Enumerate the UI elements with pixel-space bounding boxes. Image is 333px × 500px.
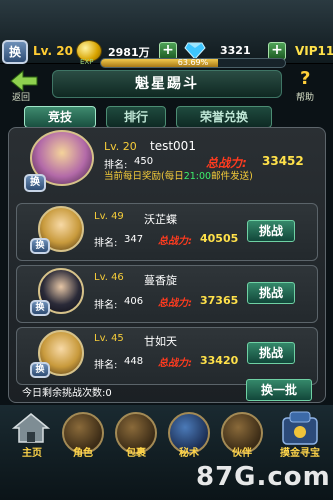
nav-bag[interactable]: 包裹: [108, 444, 164, 459]
opponent-power-label: 总战力:: [158, 358, 192, 369]
reward-note-a: 当前每日奖励(每日: [104, 171, 184, 182]
opponent-name: 甘如天: [144, 335, 177, 348]
tab-arena[interactable]: 竞技: [24, 106, 96, 128]
tab-ranking[interactable]: 排行: [106, 106, 166, 128]
challenge-button[interactable]: 挑战: [247, 282, 295, 304]
challenge-button[interactable]: 挑战: [247, 342, 295, 364]
site-watermark: 87G.com: [196, 462, 331, 492]
remaining-challenges: 今日剩余挑战次数:0: [22, 384, 112, 399]
reward-time: 21:00: [183, 171, 212, 182]
home-icon[interactable]: [12, 412, 50, 444]
page-title: 魁星踢斗: [52, 70, 282, 98]
diamond-amount: 3321: [220, 44, 251, 57]
help-icon[interactable]: ?: [300, 68, 310, 89]
vip-level: VIP11: [295, 44, 333, 58]
opponent-rank-label: 排名:: [94, 300, 118, 311]
challenge-button[interactable]: 挑战: [247, 220, 295, 242]
opponent-rank: 347: [124, 234, 144, 245]
title-bar: 返回 魁星踢斗 ? 帮助: [0, 68, 333, 103]
tab-honor-exchange[interactable]: 荣誉兑换: [176, 106, 272, 128]
opponent-rank: 448: [124, 356, 144, 367]
refresh-opponents-button[interactable]: 换一批: [246, 379, 312, 401]
my-name: test001: [150, 139, 196, 153]
player-level: Lv. 20: [33, 44, 73, 58]
opponent-rank: 406: [124, 296, 144, 307]
opponent-swap-button[interactable]: 换: [30, 300, 50, 316]
opponent-name: 蔓香旋: [144, 274, 177, 287]
opponent-power: 40505: [200, 232, 239, 245]
nav-treasure-hunt[interactable]: 摸金寻宝: [272, 444, 328, 459]
exp-label: EXP: [80, 58, 94, 66]
nav-character[interactable]: 角色: [55, 444, 111, 459]
help-label[interactable]: 帮助: [296, 90, 314, 103]
top-status-bar: 换 Lv. 20 EXP 2981万 + 3321 + VIP11 63.69%: [0, 0, 333, 68]
reward-note-b: 邮件发送): [211, 171, 253, 182]
opponent-power-label: 总战力:: [158, 298, 192, 309]
opponent-rank-label: 排名:: [94, 360, 118, 371]
opponent-swap-button[interactable]: 换: [30, 362, 50, 378]
my-level: Lv. 20: [104, 140, 137, 153]
back-arrow-icon[interactable]: [10, 70, 38, 92]
treasure-icon[interactable]: [280, 410, 320, 446]
reward-note: 当前每日奖励(每日21:00邮件发送): [104, 168, 253, 182]
opponent-swap-button[interactable]: 换: [30, 238, 50, 254]
opponent-level: Lv. 49: [94, 211, 124, 222]
opponent-power-label: 总战力:: [158, 236, 192, 247]
nav-partner[interactable]: 伙伴: [214, 444, 270, 459]
remaining-count: 0: [105, 388, 112, 399]
my-power: 33452: [262, 154, 304, 168]
nav-secret-arts[interactable]: 秘术: [161, 444, 217, 459]
remaining-label: 今日剩余挑战次数:: [22, 388, 106, 399]
opponent-level: Lv. 45: [94, 333, 124, 344]
opponent-power: 33420: [200, 354, 239, 367]
opponent-power: 37365: [200, 294, 239, 307]
my-swap-button[interactable]: 换: [24, 174, 46, 192]
nav-home[interactable]: 主页: [4, 444, 60, 459]
my-rank: 450: [134, 156, 154, 167]
exp-percent: 63.69%: [177, 58, 209, 67]
opponent-level: Lv. 46: [94, 272, 124, 283]
back-label[interactable]: 返回: [12, 90, 30, 103]
opponent-rank-label: 排名:: [94, 238, 118, 249]
opponent-name: 沃芷蝶: [144, 213, 177, 226]
swap-avatar-button[interactable]: 换: [2, 40, 28, 64]
